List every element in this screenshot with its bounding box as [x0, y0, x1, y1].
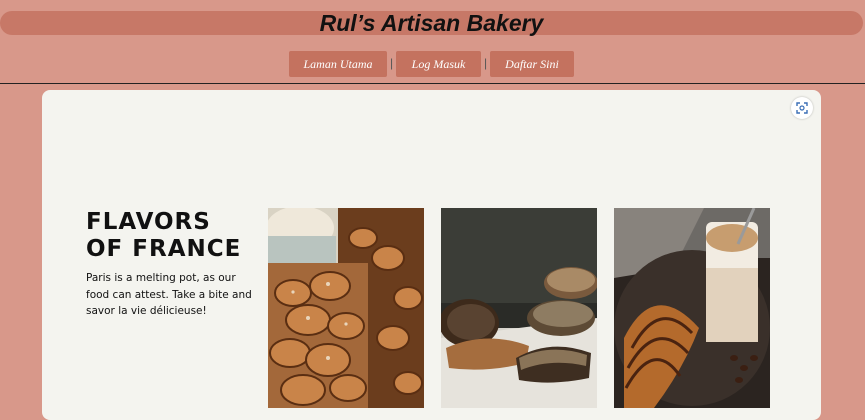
nav-separator: |: [390, 56, 394, 70]
nav-separator: |: [484, 56, 488, 70]
hero-description: Paris is a melting pot, as our food can …: [86, 272, 252, 317]
main-nav: Laman Utama | Log Masuk | Daftar Sini: [0, 51, 865, 78]
sourdough-bread-image: [441, 208, 597, 408]
nav-login-button[interactable]: Log Masuk: [396, 51, 481, 77]
header-divider: [0, 83, 865, 84]
pastries-tray-image: [268, 208, 424, 408]
title-bar: Rul’s Artisan Bakery: [0, 11, 863, 35]
hero-heading: FLAVORS OF FRANCE: [86, 209, 256, 263]
visual-search-button[interactable]: [791, 97, 813, 119]
nav-home-button[interactable]: Laman Utama: [289, 51, 387, 77]
croissant-latte-image: [614, 208, 770, 408]
site-title: Rul’s Artisan Bakery: [319, 10, 544, 36]
hero-heading-line1: FLAVORS: [86, 209, 211, 235]
hero-heading-line2: OF FRANCE: [86, 236, 242, 262]
nav-register-button[interactable]: Daftar Sini: [490, 51, 574, 77]
scan-icon: [796, 102, 808, 114]
